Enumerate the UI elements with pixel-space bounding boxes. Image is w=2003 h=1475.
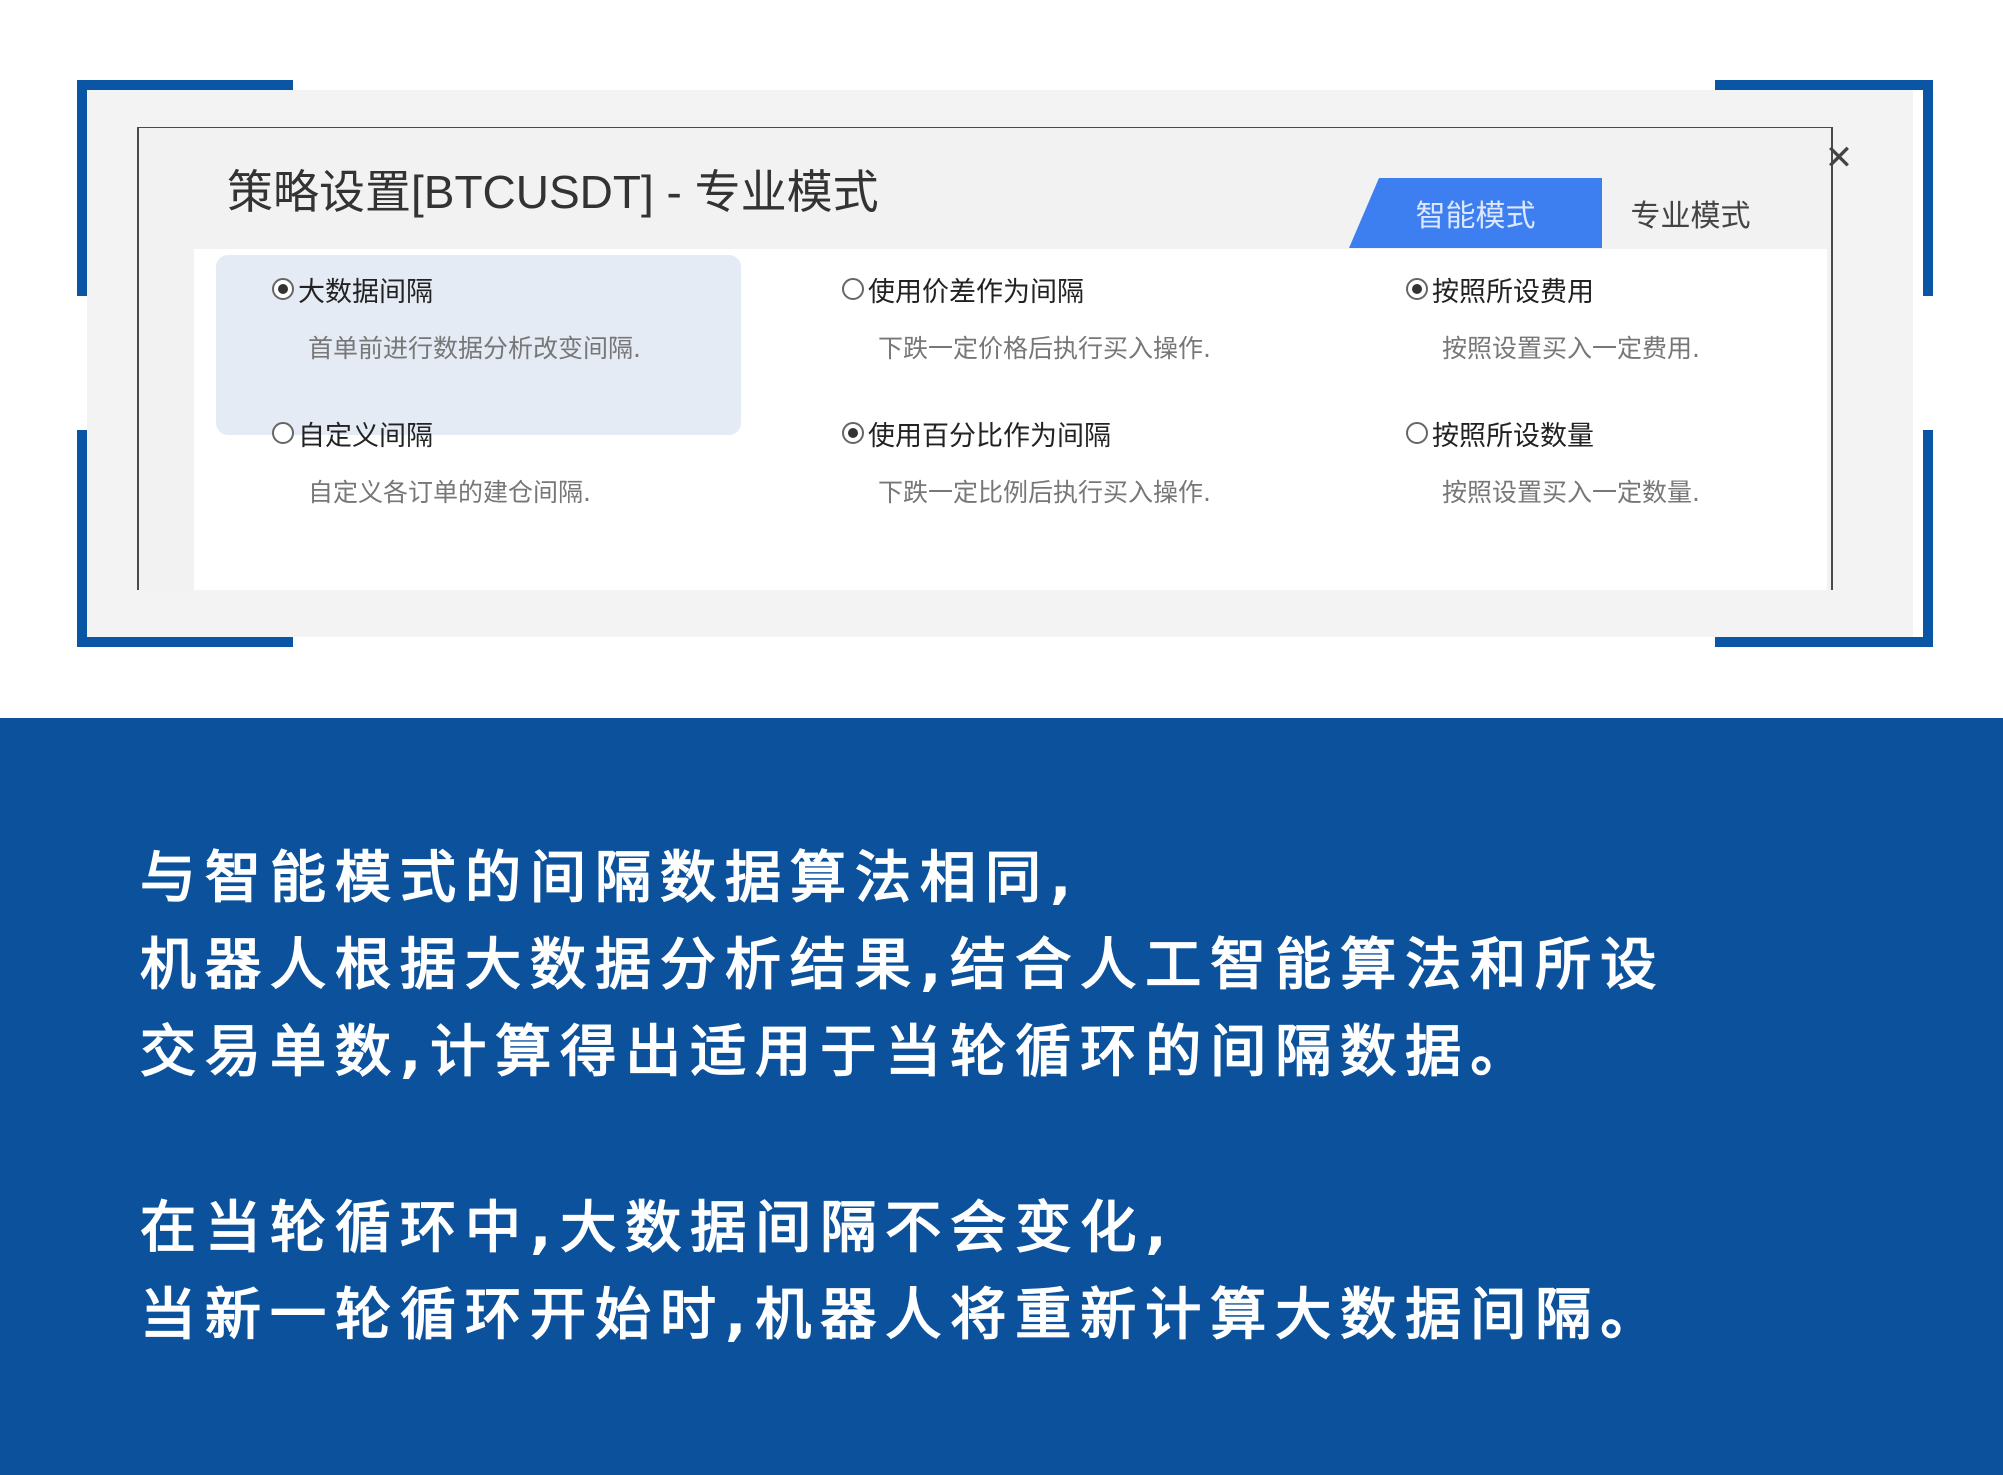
info-text-line: 与智能模式的间隔数据算法相同, bbox=[140, 846, 1081, 911]
radio-unchecked-icon[interactable] bbox=[842, 278, 864, 300]
dialog-title: 策略设置[BTCUSDT] - 专业模式 bbox=[227, 166, 879, 218]
radio-checked-icon[interactable] bbox=[1406, 278, 1428, 300]
option-percentage-interval[interactable]: 使用百分比作为间隔 下跌一定比例后执行买入操作. bbox=[842, 413, 1362, 509]
option-label: 按照所设费用 bbox=[1432, 276, 1594, 308]
option-description: 首单前进行数据分析改变间隔. bbox=[308, 334, 641, 363]
radio-checked-icon[interactable] bbox=[272, 278, 294, 300]
option-label: 使用价差作为间隔 bbox=[868, 276, 1084, 308]
options-panel: 大数据间隔 首单前进行数据分析改变间隔. 使用价差作为间隔 下跌一定价格后执行买… bbox=[194, 249, 1827, 590]
info-text-line: 在当轮循环中,大数据间隔不会变化, bbox=[140, 1196, 1176, 1261]
info-text-line: 交易单数,计算得出适用于当轮循环的间隔数据。 bbox=[140, 1020, 1536, 1085]
option-description: 下跌一定价格后执行买入操作. bbox=[878, 334, 1211, 363]
screenshot-frame: 策略设置[BTCUSDT] - 专业模式 ✕ 智能模式 专业模式 大数据间隔 首… bbox=[0, 0, 2003, 715]
close-icon[interactable]: ✕ bbox=[1819, 138, 1859, 178]
option-by-set-quantity[interactable]: 按照所设数量 按照设置买入一定数量. bbox=[1406, 413, 1926, 509]
mode-tabs: 智能模式 专业模式 bbox=[1349, 178, 1779, 248]
option-by-set-cost[interactable]: 按照所设费用 按照设置买入一定费用. bbox=[1406, 269, 1926, 365]
option-description: 按照设置买入一定费用. bbox=[1442, 334, 1700, 363]
option-label: 自定义间隔 bbox=[298, 420, 433, 452]
option-description: 下跌一定比例后执行买入操作. bbox=[878, 478, 1211, 507]
option-label: 使用百分比作为间隔 bbox=[868, 420, 1111, 452]
strategy-settings-dialog: 策略设置[BTCUSDT] - 专业模式 ✕ 智能模式 专业模式 大数据间隔 首… bbox=[137, 127, 1853, 590]
info-banner: 与智能模式的间隔数据算法相同, 机器人根据大数据分析结果,结合人工智能算法和所设… bbox=[0, 718, 2003, 1475]
radio-checked-icon[interactable] bbox=[842, 422, 864, 444]
info-text-line: 机器人根据大数据分析结果,结合人工智能算法和所设 bbox=[140, 933, 1666, 998]
option-custom-interval[interactable]: 自定义间隔 自定义各订单的建仓间隔. bbox=[272, 413, 792, 509]
option-label: 按照所设数量 bbox=[1432, 420, 1594, 452]
tab-smart-mode[interactable]: 智能模式 bbox=[1349, 178, 1602, 248]
option-label: 大数据间隔 bbox=[298, 276, 433, 308]
option-description: 自定义各订单的建仓间隔. bbox=[308, 478, 591, 507]
option-big-data-interval[interactable]: 大数据间隔 首单前进行数据分析改变间隔. bbox=[272, 269, 792, 365]
info-text-line: 当新一轮循环开始时,机器人将重新计算大数据间隔。 bbox=[140, 1283, 1666, 1348]
tab-pro-mode[interactable]: 专业模式 bbox=[1602, 178, 1779, 248]
option-price-spread-interval[interactable]: 使用价差作为间隔 下跌一定价格后执行买入操作. bbox=[842, 269, 1362, 365]
radio-unchecked-icon[interactable] bbox=[1406, 422, 1428, 444]
option-description: 按照设置买入一定数量. bbox=[1442, 478, 1700, 507]
radio-unchecked-icon[interactable] bbox=[272, 422, 294, 444]
